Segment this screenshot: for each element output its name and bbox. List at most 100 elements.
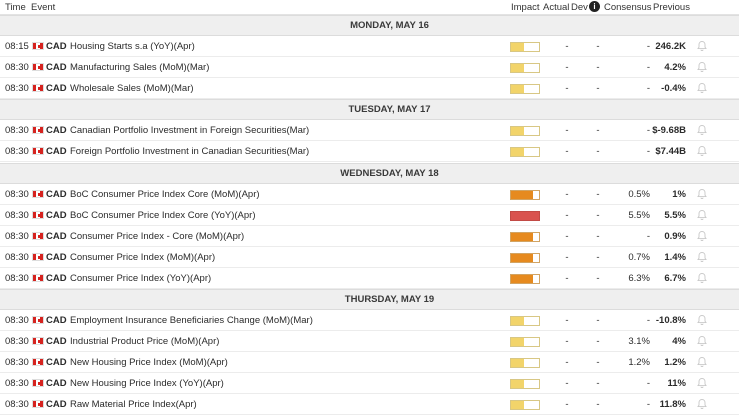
bell-icon[interactable] (696, 272, 708, 284)
event-time: 08:15 (5, 41, 29, 52)
bell-icon[interactable] (696, 356, 708, 368)
bell-icon[interactable] (696, 251, 708, 263)
column-header-consensus[interactable]: Consensus (604, 2, 652, 13)
event-currency: CAD (46, 83, 67, 94)
event-currency: CAD (46, 189, 67, 200)
info-icon[interactable]: i (589, 1, 600, 12)
event-actual: - (565, 273, 569, 284)
bell-icon[interactable] (696, 398, 708, 410)
impact-fill (511, 127, 524, 135)
event-name[interactable]: Foreign Portfolio Investment in Canadian… (70, 146, 309, 157)
event-row[interactable]: 08:30 CAD BoC Consumer Price Index Core (Y… (0, 205, 739, 226)
day-header-label: TUESDAY, MAY 17 (348, 104, 431, 116)
event-row[interactable]: 08:30 CAD Wholesale Sales (MoM)(Mar) - - - -0.… (0, 78, 739, 99)
event-row[interactable]: 08:30 CAD Consumer Price Index (MoM)(Apr) -… (0, 247, 739, 268)
canada-flag-icon (32, 400, 44, 408)
event-currency: CAD (46, 378, 67, 389)
impact-fill (511, 43, 524, 51)
canada-flag-icon (32, 232, 44, 240)
event-consensus: 1.2% (628, 357, 650, 368)
event-previous: -0.4% (661, 83, 686, 94)
bell-icon[interactable] (696, 335, 708, 347)
canada-flag-icon (32, 190, 44, 198)
event-row[interactable]: 08:30 CAD BoC Consumer Price Index Core (M… (0, 184, 739, 205)
event-name[interactable]: New Housing Price Index (MoM)(Apr) (70, 357, 228, 368)
column-header-impact[interactable]: Impact (511, 2, 540, 13)
event-row[interactable]: 08:30 CAD Consumer Price Index (YoY)(Apr) -… (0, 268, 739, 289)
event-row[interactable]: 08:15 CAD Housing Starts s.a (YoY)(Apr) - - -… (0, 36, 739, 57)
event-consensus: - (646, 146, 650, 157)
event-time: 08:30 (5, 252, 29, 263)
day-header: THURSDAY, MAY 19 (0, 289, 739, 310)
event-dev: - (596, 315, 600, 326)
canada-flag-icon (32, 358, 44, 366)
column-header-actual[interactable]: Actual (543, 2, 569, 13)
bell-icon[interactable] (696, 377, 708, 389)
impact-indicator (510, 126, 540, 136)
impact-fill (511, 401, 524, 409)
event-consensus: - (646, 125, 650, 136)
bell-icon[interactable] (696, 209, 708, 221)
canada-flag-icon (32, 211, 44, 219)
event-name[interactable]: BoC Consumer Price Index Core (YoY)(Apr) (70, 210, 256, 221)
event-name[interactable]: Employment Insurance Beneficiaries Chang… (70, 315, 313, 326)
bell-icon[interactable] (696, 124, 708, 136)
impact-indicator (510, 316, 540, 326)
event-previous: 4% (672, 336, 686, 347)
canada-flag-icon (32, 253, 44, 261)
event-name[interactable]: Consumer Price Index (YoY)(Apr) (70, 273, 211, 284)
event-name[interactable]: BoC Consumer Price Index Core (MoM)(Apr) (70, 189, 260, 200)
event-time: 08:30 (5, 357, 29, 368)
event-row[interactable]: 08:30 CAD New Housing Price Index (MoM)(Ap… (0, 352, 739, 373)
impact-indicator (510, 42, 540, 52)
event-name[interactable]: Canadian Portfolio Investment in Foreign… (70, 125, 309, 136)
event-row[interactable]: 08:30 CAD New Housing Price Index (YoY)(Ap… (0, 373, 739, 394)
event-name[interactable]: Raw Material Price Index(Apr) (70, 399, 197, 410)
event-consensus: - (646, 231, 650, 242)
event-row[interactable]: 08:30 CAD Employment Insurance Beneficiari… (0, 310, 739, 331)
event-name[interactable]: Wholesale Sales (MoM)(Mar) (70, 83, 194, 94)
bell-icon[interactable] (696, 145, 708, 157)
event-currency: CAD (46, 231, 67, 242)
bell-icon[interactable] (696, 188, 708, 200)
event-row[interactable]: 08:30 CAD Foreign Portfolio Investment in … (0, 141, 739, 162)
event-dev: - (596, 399, 600, 410)
event-name[interactable]: Industrial Product Price (MoM)(Apr) (70, 336, 219, 347)
bell-icon[interactable] (696, 314, 708, 326)
event-row[interactable]: 08:30 CAD Canadian Portfolio Investment in… (0, 120, 739, 141)
bell-icon[interactable] (696, 40, 708, 52)
event-row[interactable]: 08:30 CAD Industrial Product Price (MoM)(A… (0, 331, 739, 352)
event-name[interactable]: Housing Starts s.a (YoY)(Apr) (70, 41, 195, 52)
canada-flag-icon (32, 42, 44, 50)
column-header-dev[interactable]: Dev (571, 2, 588, 13)
event-consensus: 0.5% (628, 189, 650, 200)
event-name[interactable]: Consumer Price Index - Core (MoM)(Apr) (70, 231, 244, 242)
event-actual: - (565, 378, 569, 389)
event-row[interactable]: 08:30 CAD Consumer Price Index - Core (MoM… (0, 226, 739, 247)
bell-icon[interactable] (696, 230, 708, 242)
canada-flag-icon (32, 147, 44, 155)
bell-icon[interactable] (696, 82, 708, 94)
impact-fill (511, 212, 539, 220)
event-currency: CAD (46, 336, 67, 347)
event-actual: - (565, 125, 569, 136)
event-dev: - (596, 62, 600, 73)
event-name[interactable]: Consumer Price Index (MoM)(Apr) (70, 252, 215, 263)
event-consensus: 0.7% (628, 252, 650, 263)
event-time: 08:30 (5, 231, 29, 242)
event-currency: CAD (46, 41, 67, 52)
event-row[interactable]: 08:30 CAD Raw Material Price Index(Apr) - - -… (0, 394, 739, 415)
column-header-time[interactable]: Time (5, 2, 26, 13)
bell-icon[interactable] (696, 61, 708, 73)
event-previous: 1.4% (664, 252, 686, 263)
column-header-previous[interactable]: Previous (653, 2, 690, 13)
event-name[interactable]: Manufacturing Sales (MoM)(Mar) (70, 62, 209, 73)
event-time: 08:30 (5, 83, 29, 94)
event-dev: - (596, 41, 600, 52)
event-dev: - (596, 231, 600, 242)
event-row[interactable]: 08:30 CAD Manufacturing Sales (MoM)(Mar) - -… (0, 57, 739, 78)
event-consensus: - (646, 62, 650, 73)
event-name[interactable]: New Housing Price Index (YoY)(Apr) (70, 378, 224, 389)
column-header-event[interactable]: Event (31, 2, 55, 13)
event-actual: - (565, 336, 569, 347)
